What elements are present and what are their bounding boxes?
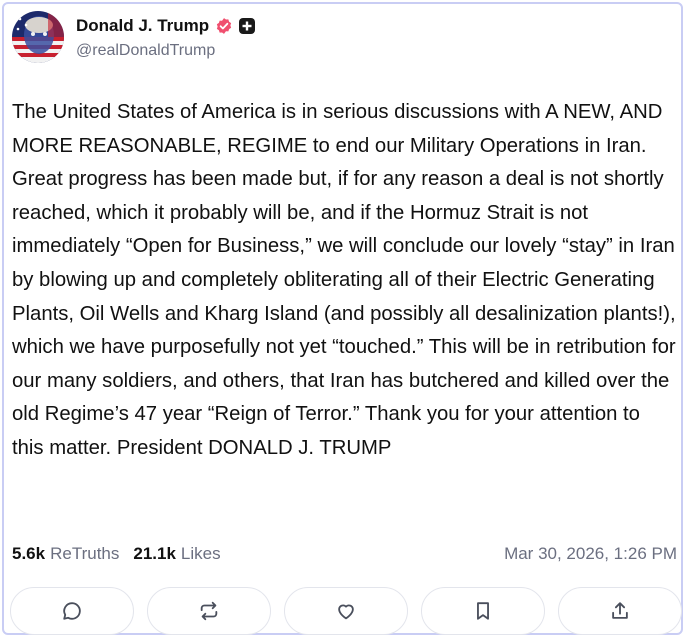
author-handle[interactable]: @realDonaldTrump bbox=[76, 42, 215, 60]
bookmark-button[interactable] bbox=[421, 587, 545, 635]
reply-button[interactable] bbox=[10, 587, 134, 635]
post-stats: 5.6k ReTruths 21.1k Likes bbox=[12, 544, 221, 564]
author-display-name[interactable]: Donald J. Trump bbox=[76, 16, 209, 36]
heart-icon bbox=[338, 604, 354, 620]
like-button[interactable] bbox=[284, 587, 408, 635]
post-timestamp[interactable]: Mar 30, 2026, 1:26 PM bbox=[504, 544, 677, 564]
post-card: Donald J. Trump @realDonaldTrump The Uni… bbox=[2, 2, 683, 635]
author-name-row: Donald J. Trump bbox=[76, 14, 256, 38]
post-body-text: The United States of America is in serio… bbox=[12, 101, 676, 459]
retruths-stat[interactable]: 5.6k ReTruths bbox=[12, 544, 119, 564]
share-icon bbox=[612, 602, 628, 619]
retruth-button[interactable] bbox=[147, 587, 271, 635]
likes-label: Likes bbox=[180, 544, 221, 563]
verified-badge-icon bbox=[215, 17, 233, 35]
avatar[interactable] bbox=[12, 11, 64, 63]
avatar-image bbox=[12, 11, 64, 63]
repost-icon bbox=[200, 601, 218, 621]
likes-count: 21.1k bbox=[133, 544, 176, 563]
action-bar bbox=[10, 587, 685, 637]
bookmark-icon bbox=[477, 602, 489, 620]
share-button[interactable] bbox=[558, 587, 682, 635]
comment-icon bbox=[63, 602, 81, 620]
retruths-label: ReTruths bbox=[50, 544, 120, 563]
likes-stat[interactable]: 21.1k Likes bbox=[133, 544, 220, 564]
plus-badge-icon bbox=[239, 18, 256, 34]
retruths-count: 5.6k bbox=[12, 544, 46, 563]
